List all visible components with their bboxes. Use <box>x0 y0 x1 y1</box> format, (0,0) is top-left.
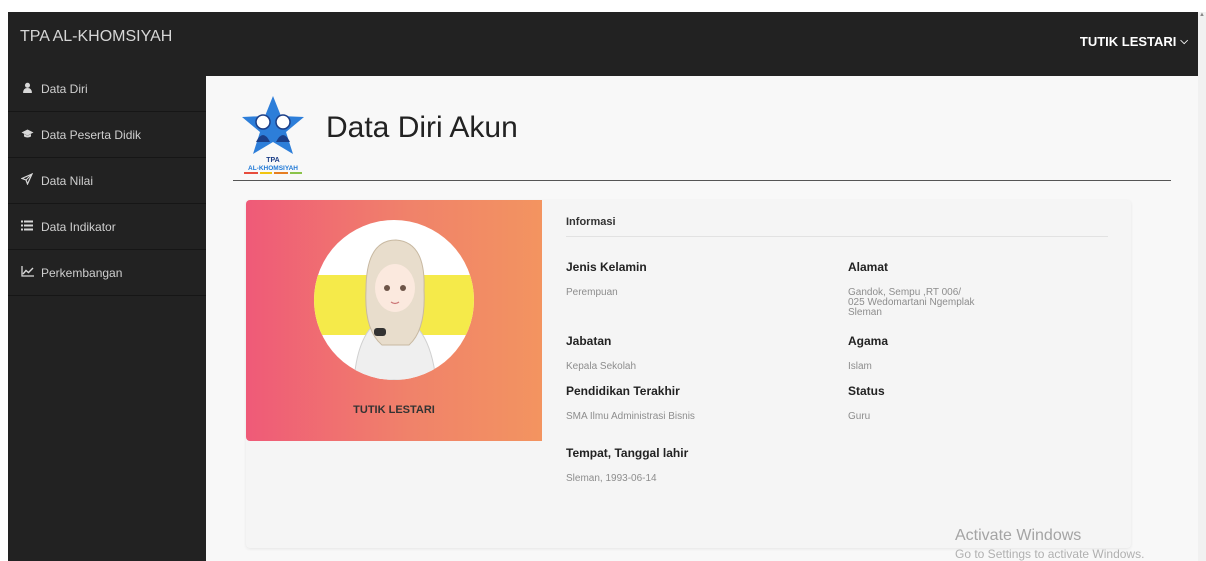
sidebar: Data Diri Data Peserta Didik Data Nilai … <box>8 66 206 561</box>
field-label: Status <box>848 384 885 398</box>
sidebar-item-data-diri[interactable]: Data Diri <box>8 66 206 112</box>
field-jabatan: Jabatan Kepala Sekolah <box>566 334 696 372</box>
field-value: Perempuan <box>566 287 618 298</box>
page-title: Data Diri Akun <box>326 111 518 144</box>
logo-text-name: AL-KHOMSIYAH <box>248 165 298 172</box>
scroll-up-icon[interactable]: ▲ <box>1199 12 1205 18</box>
profile-name: TUTIK LESTARI <box>353 404 435 416</box>
graduation-cap-icon <box>20 128 34 142</box>
watermark-title: Activate Windows <box>955 527 1082 544</box>
sidebar-item-label: Data Diri <box>41 81 88 96</box>
logo-text-tpa: TPA <box>266 157 279 164</box>
user-icon <box>20 82 34 96</box>
field-value: SMA Ilmu Administrasi Bisnis <box>566 411 695 422</box>
profile-card: TUTIK LESTARI Informasi Jenis Kelamin Pe… <box>246 200 1131 548</box>
field-value: Kepala Sekolah <box>566 361 637 372</box>
page-scrollbar[interactable]: ▲ <box>1198 12 1206 561</box>
user-name: TUTIK LESTARI <box>1079 34 1177 49</box>
paper-plane-icon <box>20 172 34 188</box>
sidebar-item-label: Perkembangan <box>41 265 123 280</box>
windows-activation-watermark: Activate Windows Go to Settings to activ… <box>955 527 1144 561</box>
page-header: TPA AL-KHOMSIYAH Data Diri Akun <box>236 92 518 176</box>
field-tempat-tanggal-lahir: Tempat, Tanggal lahir Sleman, 1993-06-14 <box>566 446 766 484</box>
field-status: Status Guru <box>848 384 978 422</box>
sidebar-item-perkembangan[interactable]: Perkembangan <box>8 250 206 296</box>
field-pendidikan-terakhir: Pendidikan Terakhir SMA Ilmu Administras… <box>566 384 696 422</box>
header-divider <box>233 180 1171 181</box>
field-jenis-kelamin: Jenis Kelamin Perempuan <box>566 260 696 298</box>
avatar <box>314 220 474 380</box>
field-label: Pendidikan Terakhir <box>566 384 680 398</box>
field-label: Agama <box>848 334 889 348</box>
field-label: Jabatan <box>566 334 612 348</box>
list-icon <box>20 220 34 234</box>
field-alamat: Alamat Gandok, Sempu ,RT 006/ 025 Wedoma… <box>848 260 978 318</box>
field-value: Guru <box>848 411 871 422</box>
screen-top-strip <box>0 0 1206 12</box>
field-value: Gandok, Sempu ,RT 006/ 025 Wedomartani N… <box>848 287 975 318</box>
field-value: Sleman, 1993-06-14 <box>566 473 657 484</box>
chevron-down-icon: ⌵ <box>1180 36 1188 47</box>
field-agama: Agama Islam <box>848 334 978 372</box>
star-children-logo: TPA AL-KHOMSIYAH <box>236 92 310 176</box>
sidebar-item-data-indikator[interactable]: Data Indikator <box>8 204 206 250</box>
field-label: Jenis Kelamin <box>566 260 647 274</box>
field-value: Islam <box>848 361 872 372</box>
watermark-subtitle: Go to Settings to activate Windows. <box>955 547 1145 561</box>
user-menu-button[interactable]: TUTIK LESTARI ⌵ <box>1080 34 1188 49</box>
main-content: TPA AL-KHOMSIYAH Data Diri Akun TUTIK LE… <box>206 76 1198 561</box>
field-label: Tempat, Tanggal lahir <box>566 446 689 460</box>
sidebar-item-label: Data Nilai <box>41 173 94 188</box>
sidebar-item-data-peserta-didik[interactable]: Data Peserta Didik <box>8 112 206 158</box>
info-title: Informasi <box>566 216 1108 237</box>
line-chart-icon <box>20 265 34 280</box>
info-panel: Informasi <box>566 216 1108 237</box>
sidebar-item-label: Data Peserta Didik <box>41 127 142 142</box>
brand-link[interactable]: TPA AL-KHOMSIYAH <box>20 28 172 46</box>
sidebar-item-label: Data Indikator <box>41 219 116 234</box>
profile-panel: TUTIK LESTARI <box>246 200 542 441</box>
sidebar-item-data-nilai[interactable]: Data Nilai <box>8 158 206 204</box>
field-label: Alamat <box>848 260 889 274</box>
